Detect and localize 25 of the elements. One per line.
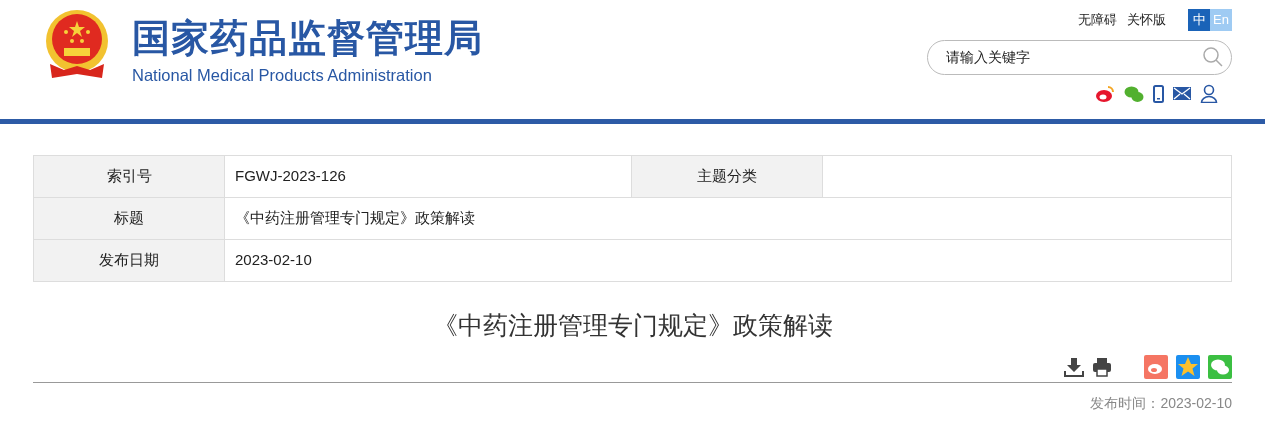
table-cell: FGWJ-2023-126 <box>225 156 632 198</box>
site-subtitle: National Medical Products Administration <box>132 65 433 86</box>
article-title: 《中药注册管理专门规定》政策解读 <box>432 310 833 341</box>
star-share-icon[interactable] <box>1176 355 1200 379</box>
table-label: 主题分类 <box>632 156 823 198</box>
top-link[interactable]: 无障碍 <box>1078 10 1117 30</box>
table-cell: 2023-02-10 <box>225 240 1232 282</box>
table-label: 发布日期 <box>34 240 225 282</box>
table-label: 标题 <box>34 198 225 240</box>
site-title: 国家药品监督管理局 <box>132 16 483 60</box>
mail-icon[interactable] <box>1173 87 1191 100</box>
print-icon[interactable] <box>1092 357 1112 377</box>
user-icon[interactable] <box>1200 84 1218 103</box>
wechat-icon[interactable] <box>1124 84 1144 103</box>
weibo-icon[interactable] <box>1095 84 1115 103</box>
search-field[interactable]: 请输入关键字 <box>927 40 1232 75</box>
phone-icon[interactable] <box>1153 84 1164 103</box>
top-link[interactable]: 关怀版 <box>1127 10 1166 30</box>
wechat-share-icon[interactable] <box>1208 355 1232 379</box>
table-label: 索引号 <box>34 156 225 198</box>
language-tab[interactable]: 中 <box>1188 9 1210 31</box>
download-icon[interactable] <box>1064 357 1084 377</box>
weibo-share-icon[interactable] <box>1144 355 1168 379</box>
publish-time: 发布时间：2023-02-10 <box>1090 394 1232 413</box>
table-cell: 《中药注册管理专门规定》政策解读 <box>225 198 1232 240</box>
